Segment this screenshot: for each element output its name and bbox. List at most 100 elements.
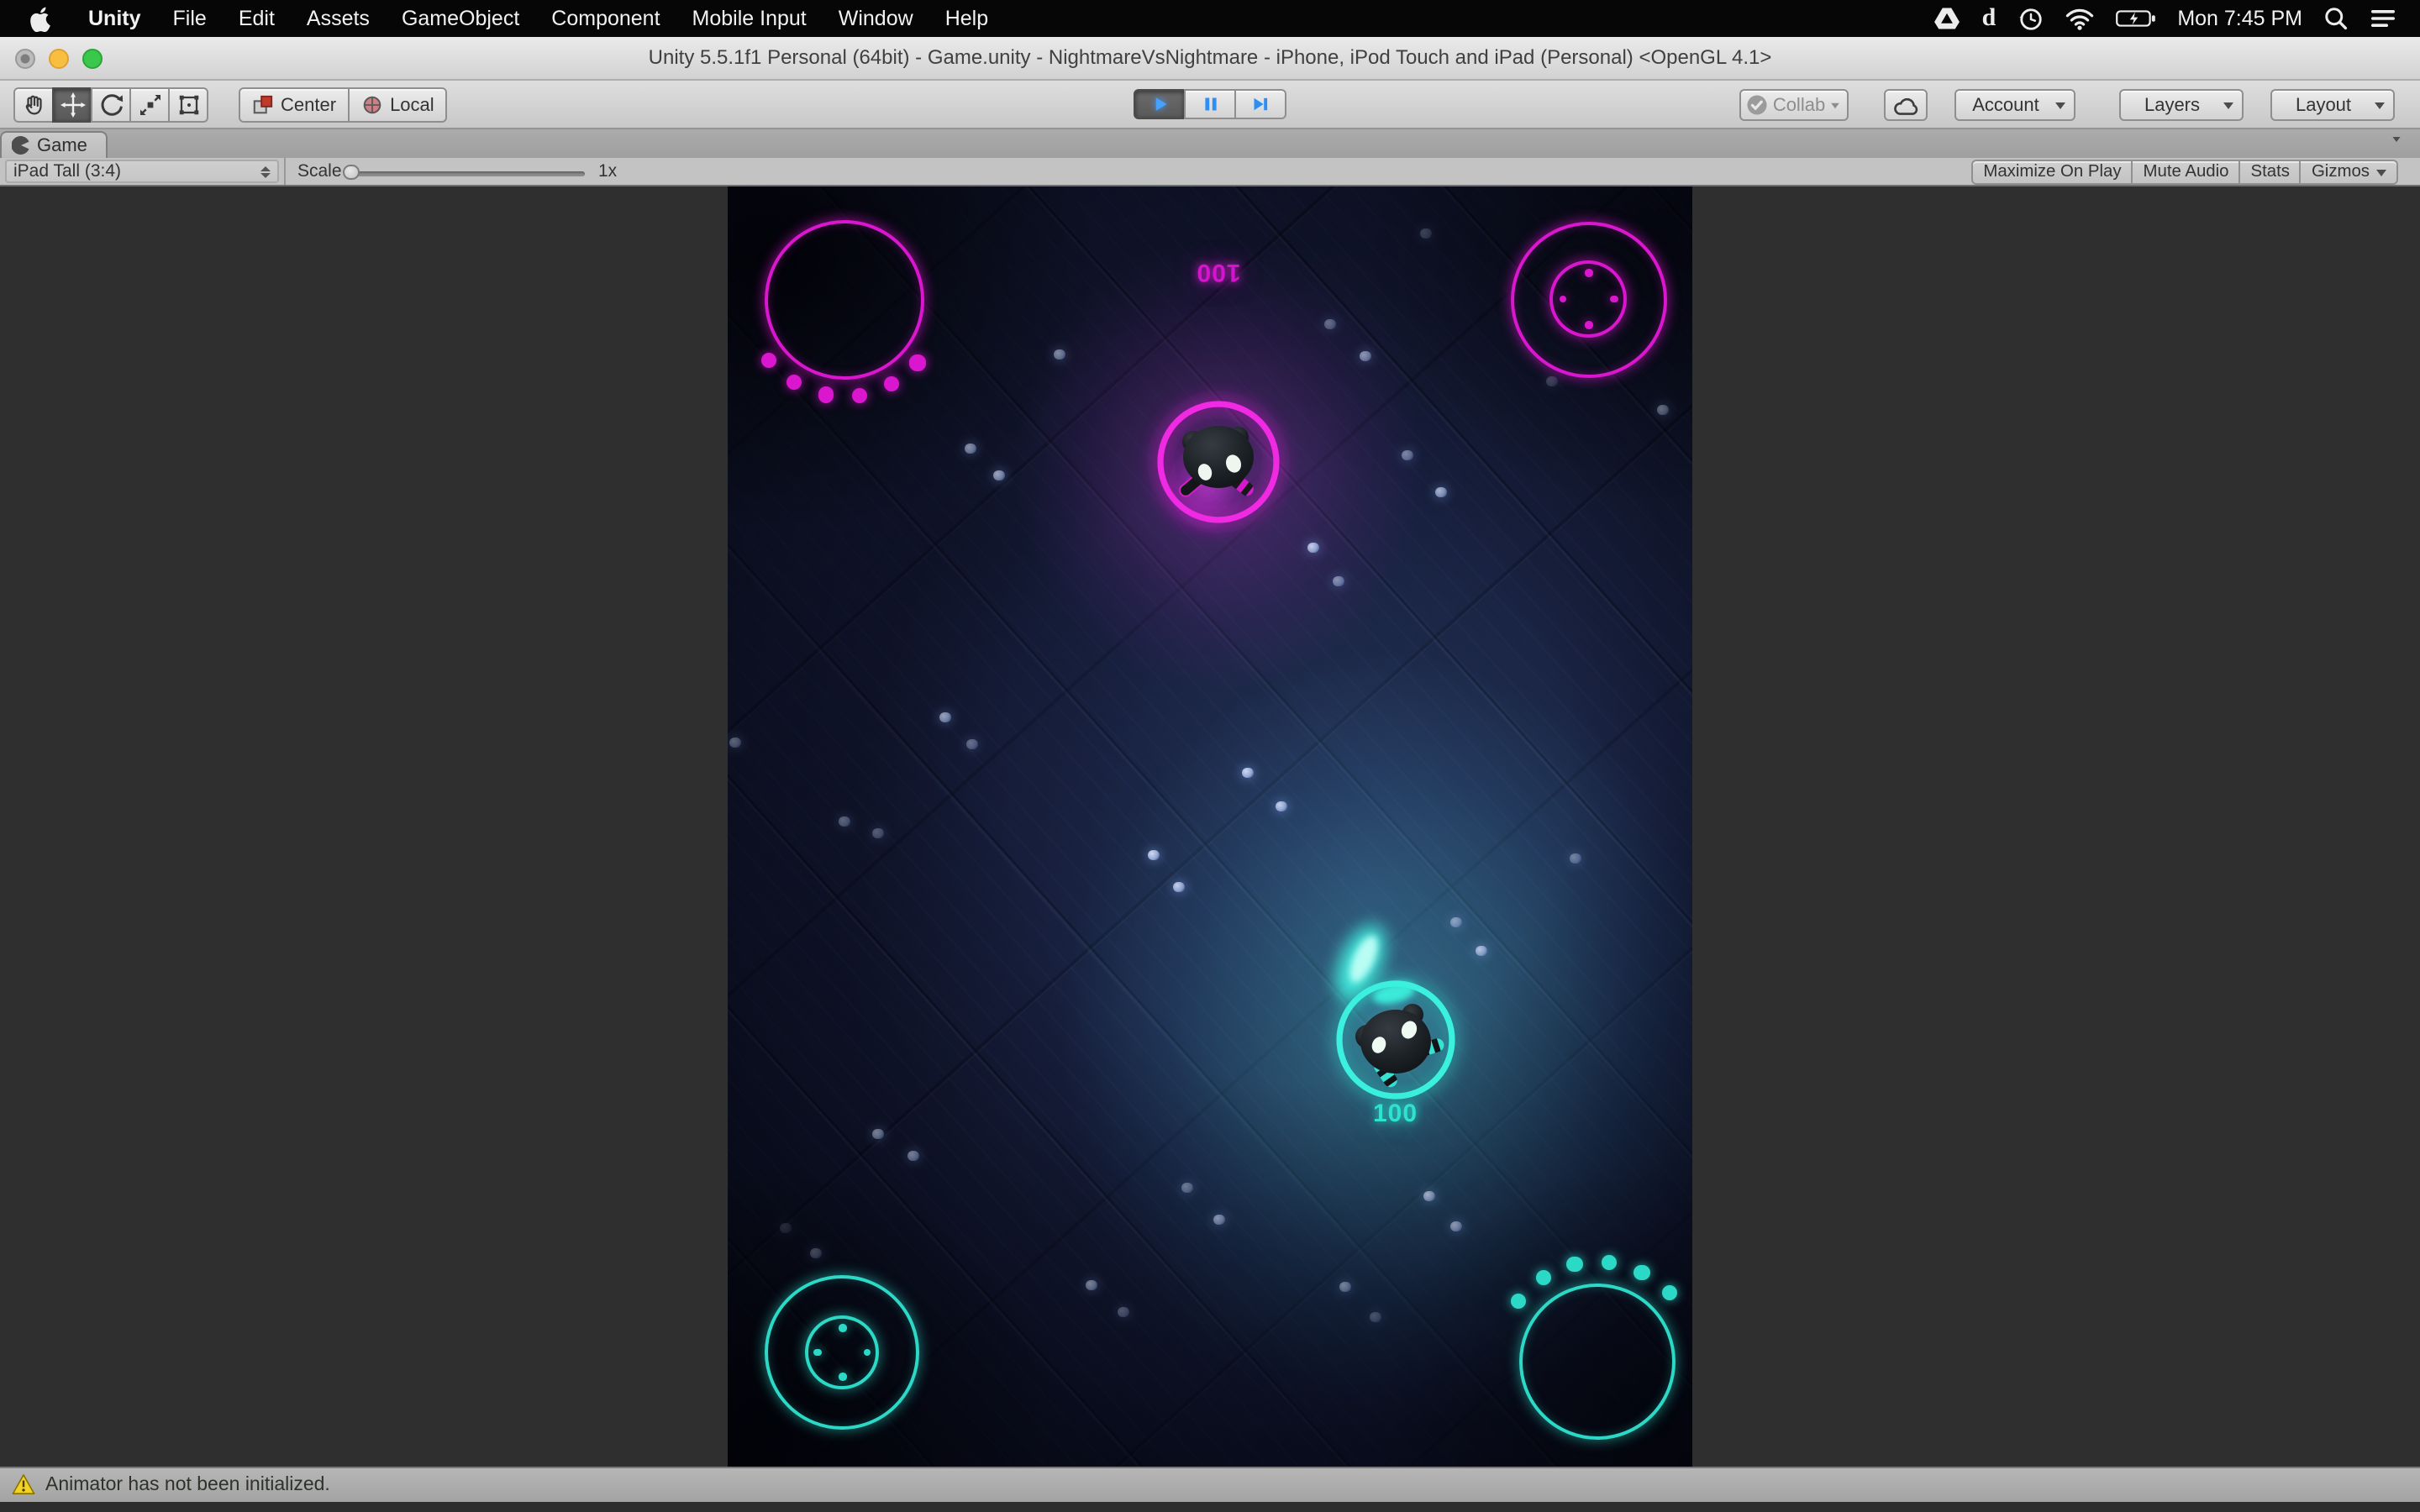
rect-tool-icon [176,92,201,118]
tab-options-caret-icon [2393,137,2401,142]
scale-icon [137,92,162,118]
warning-icon [12,1473,35,1495]
bottom-player-score: 100 [1373,1100,1418,1128]
game-tab-icon [12,136,30,155]
status-bar[interactable]: Animator has not been initialized. [0,1466,2420,1501]
layout-caret-icon [2375,102,2385,108]
scale-label: Scale [297,161,342,181]
game-view-tab[interactable]: Game [0,131,108,158]
menu-item-help[interactable]: Help [929,0,1004,37]
hud-dot [1602,1255,1617,1270]
divider [284,158,286,185]
tab-options-button[interactable] [2391,136,2413,143]
hud-dot [1634,1265,1649,1280]
layers-dropdown[interactable]: Layers [2119,89,2244,121]
menu-item-mobile-input[interactable]: Mobile Input [676,0,823,37]
menu-item-edit[interactable]: Edit [223,0,291,37]
cloud-icon [1892,95,1919,115]
step-button[interactable] [1234,89,1286,119]
rect-tool-button[interactable] [168,87,208,123]
game-viewport: 100 100 [0,186,2420,1466]
game-tab-label: Game [37,135,87,155]
hud-dot [884,376,899,391]
rotate-icon [98,92,124,118]
account-label: Account [1956,95,2055,115]
menu-item-assets[interactable]: Assets [291,0,386,37]
center-pivot-icon [252,94,274,116]
hud-dot [760,353,776,368]
hud-dot [1585,321,1592,328]
hud-dot [786,375,802,390]
play-icon [1150,94,1170,114]
hud-dot [1585,270,1592,277]
collab-button[interactable]: Collab [1739,89,1849,121]
unity-toolbar: Center Local Collab [0,81,2420,129]
status-message: Animator has not been initialized. [45,1474,330,1494]
move-tool-button[interactable] [52,87,92,123]
aspect-updown-icon [260,165,271,177]
layout-label: Layout [2272,95,2375,115]
bottom-strip [0,1501,2420,1512]
tab-strip: Game [0,129,2420,158]
maximize-on-play-button[interactable]: Maximize On Play [1971,160,2133,185]
hud-dot [839,1324,846,1331]
pause-button[interactable] [1184,89,1236,119]
play-button[interactable] [1134,89,1186,119]
menu-item-unity[interactable]: Unity [72,0,157,37]
window-title-bar: Unity 5.5.1f1 Personal (64bit) - Game.un… [0,37,2420,81]
menu-item-component[interactable]: Component [535,0,676,37]
menu-item-file[interactable]: File [157,0,223,37]
menu-item-gameobject[interactable]: GameObject [386,0,535,37]
touch-hud-layer [729,186,1692,1466]
aspect-ratio-dropdown[interactable]: iPad Tall (3:4) [5,160,279,183]
d-icon[interactable]: d [1982,4,1996,33]
hud-dot [1567,1257,1582,1272]
wifi-icon[interactable] [2065,8,2093,29]
pivot-center-button[interactable]: Center [239,87,350,123]
stats-button[interactable]: Stats [2239,160,2302,185]
hud-dot [1662,1285,1677,1300]
pivot-center-label: Center [281,95,336,115]
top-player-score: 100 [1197,258,1241,286]
notification-center-icon[interactable] [2370,8,2396,29]
hand-tool-button[interactable] [13,87,54,123]
account-dropdown[interactable]: Account [1954,89,2075,121]
scale-slider-track[interactable] [350,171,585,176]
move-icon [60,92,85,118]
game-render: 100 100 [729,186,1692,1466]
mute-audio-button[interactable]: Mute Audio [2132,160,2241,185]
account-caret-icon [2055,102,2065,108]
time-machine-icon[interactable] [2018,6,2043,31]
game-view-toolbar: iPad Tall (3:4) Scale 1x Maximize On Pla… [0,158,2420,186]
scale-slider-knob[interactable] [343,164,359,180]
menu-clock[interactable]: Mon 7:45 PM [2177,7,2302,30]
hud-dot [818,387,833,402]
aspect-ratio-value: iPad Tall (3:4) [13,161,121,181]
collab-caret-icon [1831,102,1839,108]
ability-circle-bottom-right[interactable] [1519,1283,1676,1439]
collab-label: Collab [1773,95,1825,115]
hud-dot [1510,1294,1525,1309]
pivot-local-button[interactable]: Local [348,87,448,123]
rotate-tool-button[interactable] [91,87,131,123]
menu-item-window[interactable]: Window [823,0,929,37]
scale-tool-button[interactable] [129,87,170,123]
collab-check-icon [1746,94,1768,116]
cloud-services-button[interactable] [1884,89,1928,121]
hud-dot [813,1348,821,1356]
hud-dot [1535,1270,1550,1285]
layout-dropdown[interactable]: Layout [2270,89,2395,121]
window-title: Unity 5.5.1f1 Personal (64bit) - Game.un… [0,37,2420,79]
spotlight-icon[interactable] [2324,7,2348,30]
apple-icon[interactable] [30,6,52,31]
hud-dot [839,1373,846,1381]
battery-icon[interactable] [2115,8,2155,29]
gizmos-dropdown[interactable]: Gizmos [2300,160,2398,185]
pause-icon [1200,94,1220,114]
drive-icon[interactable] [1935,7,1960,30]
ability-circle-top-left[interactable] [765,219,924,379]
macos-menu-bar: Unity File Edit Assets GameObject Compon… [0,0,2420,37]
hud-dot [851,387,866,402]
layers-label: Layers [2121,95,2223,115]
step-icon [1249,94,1271,114]
